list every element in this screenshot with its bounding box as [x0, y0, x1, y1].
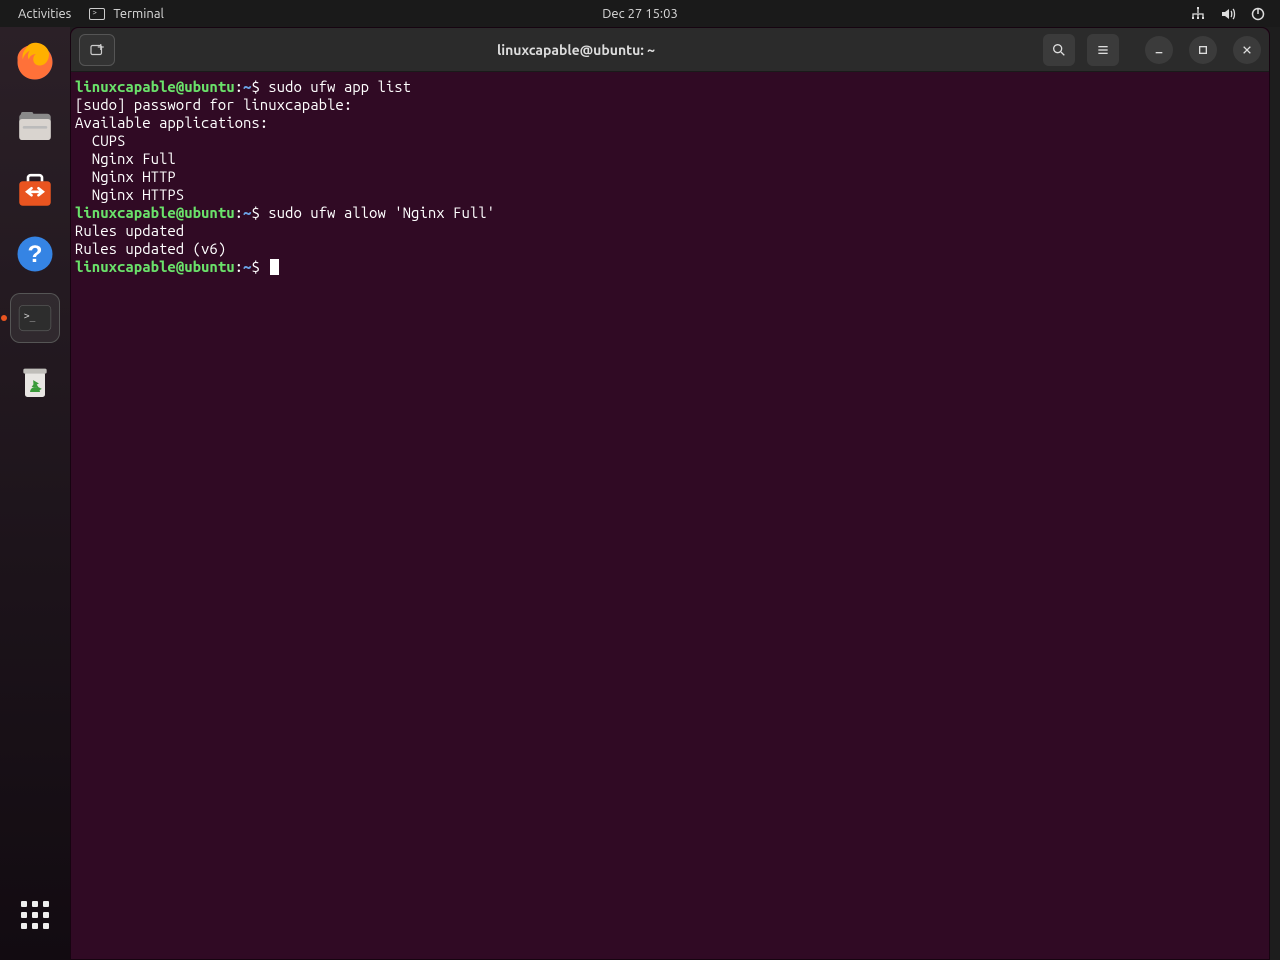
clock[interactable]: Dec 27 15:03	[602, 7, 678, 21]
network-icon[interactable]	[1190, 6, 1206, 22]
terminal-window: linuxcapable@ubuntu: ~ linuxcapable@u	[70, 27, 1270, 960]
prompt-colon: :	[235, 78, 243, 95]
prompt-host: ubuntu	[184, 258, 234, 275]
output-line: Available applications:	[75, 114, 268, 131]
close-button[interactable]	[1233, 36, 1261, 64]
software-icon	[14, 169, 56, 211]
prompt-at: @	[176, 78, 184, 95]
cursor	[270, 259, 279, 275]
close-icon	[1239, 42, 1255, 58]
search-icon	[1051, 42, 1067, 58]
grid-icon	[21, 901, 49, 929]
app-menu[interactable]: Terminal	[89, 7, 164, 21]
terminal-body[interactable]: linuxcapable@ubuntu:~$ sudo ufw app list…	[71, 72, 1269, 959]
svg-text:?: ?	[28, 241, 43, 268]
dock-item-trash[interactable]	[10, 357, 60, 407]
terminal-icon	[89, 8, 105, 20]
output-line: Nginx Full	[75, 150, 176, 167]
prompt-symbol: $	[251, 258, 259, 275]
prompt-user: linuxcapable	[75, 258, 176, 275]
prompt-symbol: $	[251, 204, 259, 221]
prompt-user: linuxcapable	[75, 204, 176, 221]
dock-item-firefox[interactable]	[10, 37, 60, 87]
files-icon	[14, 105, 56, 147]
power-icon[interactable]	[1250, 6, 1266, 22]
volume-icon[interactable]	[1220, 6, 1236, 22]
minimize-button[interactable]	[1145, 36, 1173, 64]
prompt-host: ubuntu	[184, 78, 234, 95]
terminal-app-icon: >_	[16, 299, 54, 337]
trash-icon	[15, 362, 55, 402]
search-button[interactable]	[1043, 34, 1075, 66]
prompt-colon: :	[235, 258, 243, 275]
dock: ? >_	[0, 27, 70, 960]
window-title: linuxcapable@ubuntu: ~	[115, 42, 1037, 58]
dock-item-terminal[interactable]: >_	[10, 293, 60, 343]
prompt-host: ubuntu	[184, 204, 234, 221]
gnome-topbar: Activities Terminal Dec 27 15:03	[0, 0, 1280, 27]
new-tab-button[interactable]	[79, 34, 115, 66]
prompt-at: @	[176, 258, 184, 275]
cmd-3	[260, 258, 268, 275]
hamburger-menu-button[interactable]	[1087, 34, 1119, 66]
show-applications-button[interactable]	[10, 890, 60, 940]
output-line: [sudo] password for linuxcapable:	[75, 96, 352, 113]
minimize-icon	[1151, 42, 1167, 58]
prompt-at: @	[176, 204, 184, 221]
cmd-1: sudo ufw app list	[260, 78, 411, 95]
dock-item-help[interactable]: ?	[10, 229, 60, 279]
cmd-2: sudo ufw allow 'Nginx Full'	[260, 204, 495, 221]
prompt-user: linuxcapable	[75, 78, 176, 95]
dock-item-files[interactable]	[10, 101, 60, 151]
maximize-button[interactable]	[1189, 36, 1217, 64]
output-line: Rules updated (v6)	[75, 240, 226, 257]
app-menu-label: Terminal	[113, 7, 164, 21]
new-tab-icon	[88, 41, 106, 59]
svg-text:>_: >_	[24, 311, 36, 322]
dock-item-software[interactable]	[10, 165, 60, 215]
prompt-colon: :	[235, 204, 243, 221]
output-line: Nginx HTTPS	[75, 186, 184, 203]
activities-button[interactable]: Activities	[18, 7, 71, 21]
maximize-icon	[1195, 42, 1211, 58]
output-line: Nginx HTTP	[75, 168, 176, 185]
firefox-icon	[14, 41, 56, 83]
prompt-symbol: $	[251, 78, 259, 95]
help-icon: ?	[14, 233, 56, 275]
output-line: CUPS	[75, 132, 125, 149]
hamburger-icon	[1095, 42, 1111, 58]
titlebar: linuxcapable@ubuntu: ~	[71, 28, 1269, 72]
output-line: Rules updated	[75, 222, 184, 239]
